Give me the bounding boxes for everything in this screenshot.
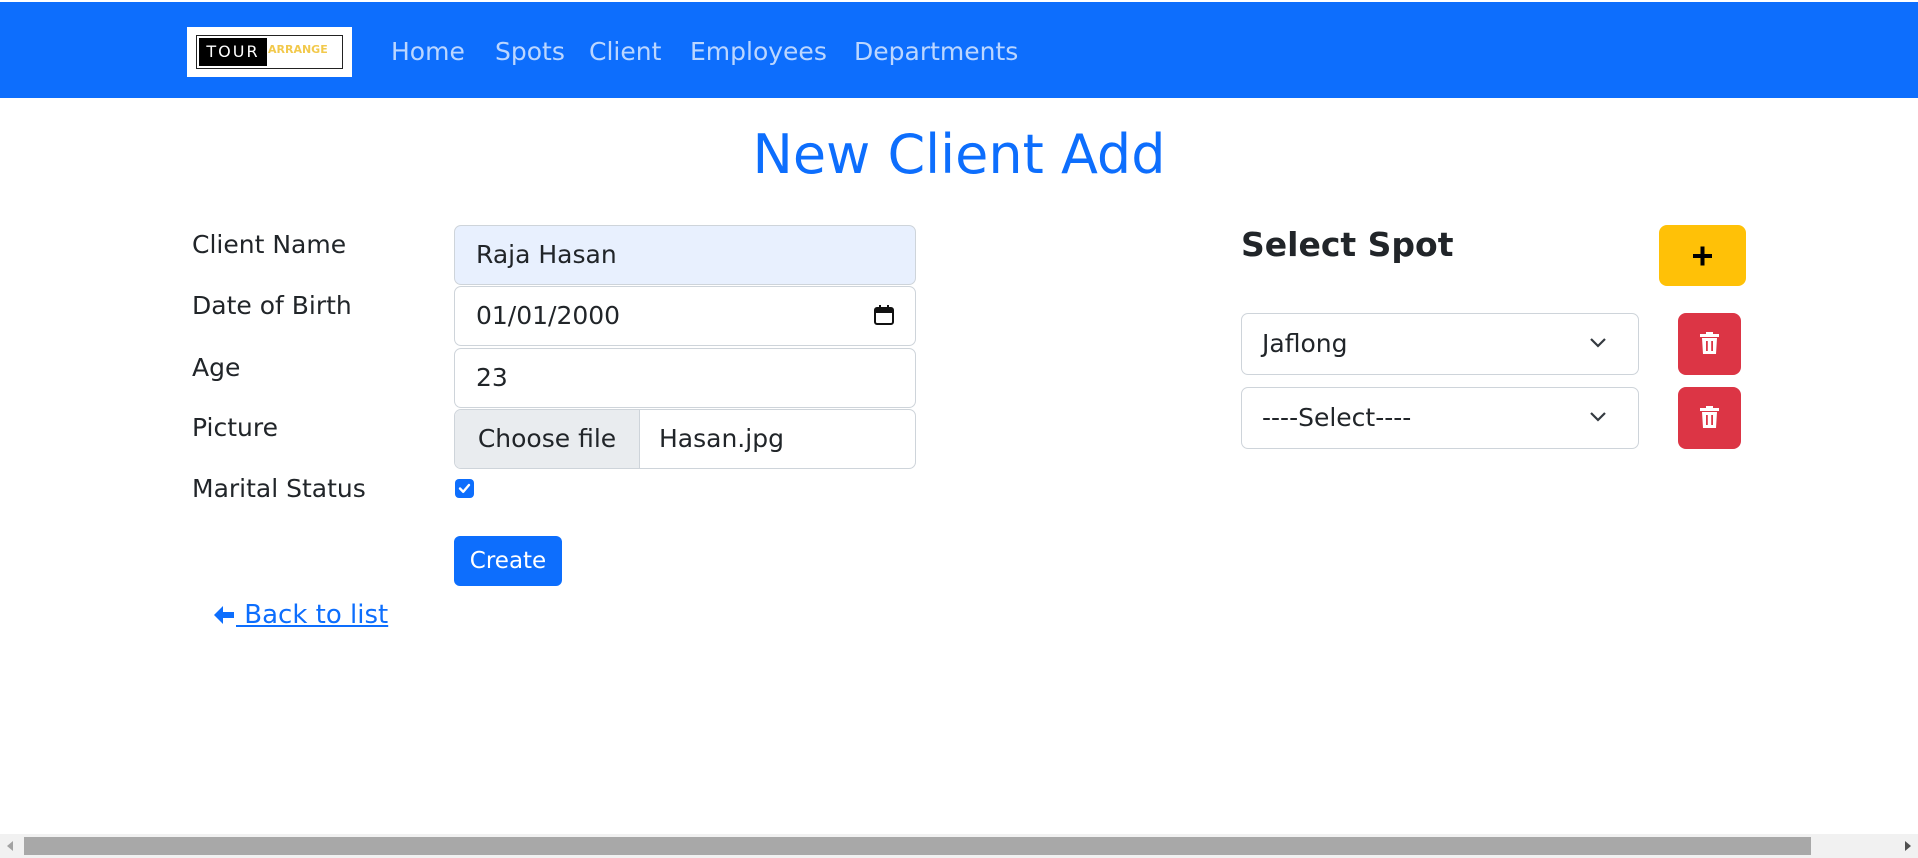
- logo-text-arrange: ARRANGE: [268, 43, 328, 56]
- client-name-input[interactable]: Raja Hasan: [454, 225, 916, 285]
- scroll-right-icon[interactable]: [1905, 841, 1911, 851]
- plus-icon: [1693, 246, 1712, 266]
- calendar-icon[interactable]: [873, 304, 895, 326]
- nav-spots[interactable]: Spots: [495, 32, 565, 72]
- add-spot-button[interactable]: [1659, 225, 1746, 286]
- choose-file-button[interactable]: Choose file: [455, 410, 640, 468]
- file-name: Hasan.jpg: [659, 424, 784, 453]
- spot-select-1[interactable]: Jaflong: [1241, 313, 1639, 375]
- horizontal-scrollbar[interactable]: [0, 834, 1918, 858]
- arrow-left-icon: [214, 606, 234, 624]
- spot-select-2-value: ----Select----: [1262, 403, 1412, 432]
- logo-text-tour: TOUR: [199, 38, 267, 66]
- back-to-list-label: Back to list: [236, 600, 389, 630]
- picture-file-input[interactable]: Choose file Hasan.jpg: [454, 409, 916, 469]
- trash-icon: [1700, 406, 1719, 428]
- brand-logo[interactable]: TOUR ARRANGE: [187, 27, 352, 77]
- back-to-list-link[interactable]: Back to list: [212, 597, 388, 633]
- client-name-value: Raja Hasan: [476, 240, 617, 269]
- create-button[interactable]: Create: [454, 536, 562, 586]
- trash-icon: [1700, 332, 1719, 354]
- select-spot-title: Select Spot: [1241, 225, 1454, 264]
- spot-select-2[interactable]: ----Select----: [1241, 387, 1639, 449]
- dob-label: Date of Birth: [192, 291, 352, 320]
- check-icon: [458, 483, 471, 493]
- age-input[interactable]: 23: [454, 348, 916, 408]
- marital-status-checkbox[interactable]: [455, 479, 474, 498]
- chevron-down-icon: [1590, 338, 1606, 348]
- picture-label: Picture: [192, 413, 278, 442]
- chevron-down-icon: [1590, 412, 1606, 422]
- page-title: New Client Add: [752, 123, 1166, 186]
- logo-frame: TOUR ARRANGE: [196, 35, 343, 69]
- marital-status-label: Marital Status: [192, 474, 366, 503]
- nav-client[interactable]: Client: [589, 32, 661, 72]
- spot-select-1-value: Jaflong: [1262, 329, 1348, 358]
- scroll-left-icon[interactable]: [7, 841, 13, 851]
- client-name-label: Client Name: [192, 230, 347, 259]
- nav-departments[interactable]: Departments: [854, 32, 1018, 72]
- delete-spot-button-2[interactable]: [1678, 387, 1741, 449]
- nav-home[interactable]: Home: [391, 32, 465, 72]
- delete-spot-button-1[interactable]: [1678, 313, 1741, 375]
- dob-value: 01/01/2000: [476, 301, 621, 330]
- navbar: TOUR ARRANGE Home Spots Client Employees…: [0, 2, 1918, 98]
- nav-employees[interactable]: Employees: [690, 32, 827, 72]
- age-label: Age: [192, 353, 241, 382]
- dob-input[interactable]: 01/01/2000: [454, 286, 916, 346]
- age-value: 23: [476, 363, 508, 392]
- scrollbar-thumb[interactable]: [24, 837, 1811, 855]
